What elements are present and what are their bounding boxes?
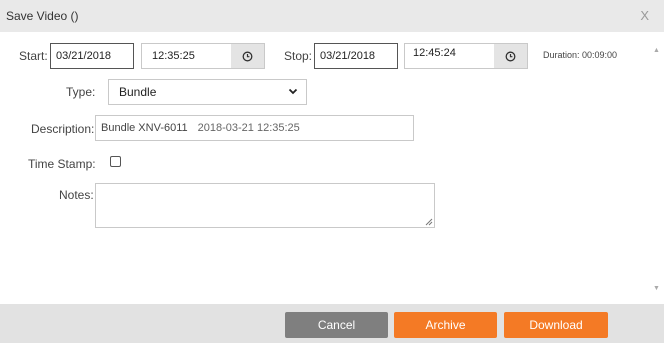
type-label: Type: [66, 85, 96, 99]
start-label: Start: [19, 49, 48, 63]
start-time-picker-button[interactable] [231, 43, 265, 69]
notes-label: Notes: [59, 188, 94, 202]
stop-time-input[interactable]: 12:45:24 [404, 43, 495, 69]
start-time-input[interactable]: 12:35:25 [141, 43, 232, 69]
resize-grip-icon[interactable] [425, 218, 433, 226]
description-name: Bundle XNV-6011 [101, 122, 188, 134]
type-selected-value: Bundle [119, 85, 157, 99]
description-timestamp: 2018-03-21 12:35:25 [197, 122, 300, 134]
stop-time-picker-button[interactable] [494, 43, 528, 69]
clock-icon [242, 51, 253, 62]
notes-textarea[interactable] [95, 183, 435, 228]
dialog-title: Save Video () [6, 9, 79, 23]
description-input[interactable]: Bundle XNV-6011 2018-03-21 12:35:25 [95, 115, 414, 141]
cancel-button[interactable]: Cancel [285, 312, 388, 338]
scroll-up-arrow[interactable]: ▲ [653, 47, 660, 54]
save-video-dialog: Save Video () X Start: 03/21/2018 12:35:… [0, 0, 664, 343]
download-button[interactable]: Download [504, 312, 608, 338]
time-stamp-label: Time Stamp: [28, 157, 96, 171]
type-select[interactable]: Bundle [108, 79, 307, 105]
start-date-input[interactable]: 03/21/2018 [50, 43, 134, 69]
stop-label: Stop: [284, 49, 313, 63]
time-stamp-checkbox[interactable] [110, 156, 121, 167]
clock-icon [505, 51, 516, 62]
chevron-down-icon [288, 88, 298, 95]
dialog-titlebar: Save Video () X [0, 0, 664, 32]
dialog-body: Start: 03/21/2018 12:35:25 Stop: 03/21/2… [0, 32, 664, 304]
dialog-footer: Cancel Archive Download [0, 304, 664, 343]
description-label: Description: [31, 122, 95, 136]
duration-readout: Duration: 00:09:00 [543, 50, 618, 60]
stop-date-input[interactable]: 03/21/2018 [314, 43, 398, 69]
archive-button[interactable]: Archive [394, 312, 497, 338]
scroll-down-arrow[interactable]: ▼ [653, 285, 660, 292]
close-button[interactable]: X [640, 8, 649, 23]
